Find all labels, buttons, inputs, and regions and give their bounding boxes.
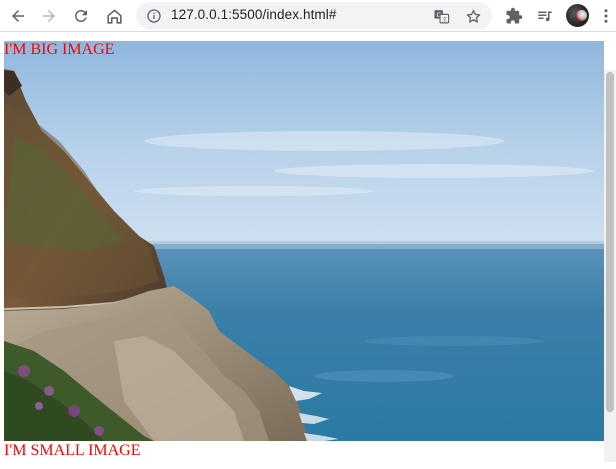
small-image-label: I'M SMALL IMAGE: [4, 442, 141, 459]
menu-icon[interactable]: [594, 4, 616, 28]
address-bar[interactable]: 127.0.0.1:5500/index.html# G文: [136, 2, 492, 29]
home-icon[interactable]: [102, 4, 126, 28]
reload-icon[interactable]: [69, 4, 93, 28]
back-arrow-icon[interactable]: [6, 4, 30, 28]
url-text[interactable]: 127.0.0.1:5500/index.html#: [171, 7, 336, 22]
media-queue-icon[interactable]: [533, 4, 557, 28]
big-image-label: I'M BIG IMAGE: [4, 41, 115, 58]
info-icon[interactable]: [145, 7, 163, 25]
scrollbar-thumb[interactable]: [606, 72, 614, 412]
translate-icon[interactable]: G文: [432, 7, 450, 25]
vertical-scrollbar[interactable]: [604, 70, 616, 462]
puzzle-icon[interactable]: [502, 4, 526, 28]
browser-toolbar: 127.0.0.1:5500/index.html# G文: [0, 0, 616, 32]
star-icon[interactable]: [464, 7, 482, 25]
page-viewport: I'M BIG IMAGE I'M SMALL IMAGE: [0, 32, 616, 469]
avatar[interactable]: [566, 4, 589, 27]
forward-arrow-icon[interactable]: [37, 4, 61, 28]
coastal-photo: [4, 41, 604, 441]
